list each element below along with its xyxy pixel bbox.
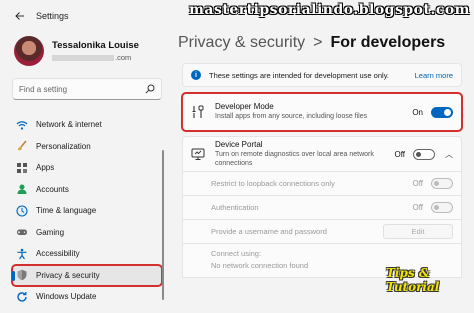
- device-portal-description: Turn on remote diagnostics over local ar…: [215, 150, 374, 167]
- developer-mode-toggle[interactable]: [431, 106, 453, 118]
- sidebar-item-label: Apps: [36, 163, 55, 173]
- back-button[interactable]: [8, 4, 32, 28]
- info-icon: i: [191, 70, 201, 80]
- developer-mode-state: On: [412, 107, 423, 117]
- settings-window: Settings mastertipsorialindo.blogspot.co…: [0, 0, 474, 313]
- authentication-row: Authentication Off: [182, 196, 462, 220]
- user-profile[interactable]: Tessalonika Louise .com: [14, 36, 139, 66]
- update-icon: [16, 291, 28, 303]
- device-portal-title: Device Portal: [215, 139, 263, 149]
- developer-mode-description: Install apps from any source, including …: [215, 113, 368, 121]
- authentication-state: Off: [412, 203, 423, 212]
- search-input[interactable]: Find a setting: [12, 78, 162, 100]
- info-text: These settings are intended for developm…: [209, 70, 389, 80]
- watermark-bottom: Tips & Tutorial: [386, 266, 440, 294]
- sidebar-item-windows-update[interactable]: Windows Update: [12, 286, 162, 308]
- search-placeholder: Find a setting: [19, 84, 68, 94]
- back-arrow-icon: [15, 12, 24, 20]
- apps-icon: [16, 162, 28, 174]
- loopback-row: Restrict to loopback connections only Of…: [182, 172, 462, 196]
- sidebar-item-time-language[interactable]: Time & language: [12, 200, 162, 222]
- sidebar-item-label: Accounts: [36, 184, 69, 194]
- sidebar-item-apps[interactable]: Apps: [12, 157, 162, 179]
- avatar: [14, 36, 44, 66]
- sidebar-item-personalization[interactable]: Personalization: [12, 136, 162, 158]
- gamepad-icon: [16, 226, 28, 238]
- sidebar-item-label: Privacy & security: [36, 270, 100, 280]
- sidebar-item-label: Gaming: [36, 227, 65, 237]
- email-redaction: [52, 54, 114, 61]
- developer-mode-title: Developer Mode: [215, 102, 274, 112]
- device-portal-icon: [191, 148, 205, 160]
- authentication-label: Authentication: [211, 203, 259, 212]
- connect-using-value: No network connection found: [211, 261, 309, 270]
- info-bar: i These settings are intended for develo…: [182, 63, 462, 87]
- breadcrumb: Privacy & security > For developers: [178, 34, 445, 52]
- sidebar-item-label: Time & language: [36, 206, 97, 216]
- app-title: Settings: [36, 11, 69, 21]
- search-icon: [145, 84, 155, 94]
- device-portal-state: Off: [394, 149, 405, 159]
- email-suffix: .com: [115, 53, 132, 62]
- developer-tools-icon: [192, 105, 204, 118]
- watermark-top: mastertipsorialindo.blogspot.com: [189, 2, 470, 18]
- sidebar-item-accounts[interactable]: Accounts: [12, 179, 162, 201]
- authentication-toggle[interactable]: [431, 202, 453, 213]
- sidebar-item-label: Personalization: [36, 141, 91, 151]
- sidebar-nav: Network & internet Personalization Apps …: [11, 114, 163, 308]
- sidebar-item-gaming[interactable]: Gaming: [12, 222, 162, 244]
- accessibility-icon: [16, 248, 28, 260]
- chevron-up-icon[interactable]: ︿: [445, 149, 453, 160]
- breadcrumb-parent[interactable]: Privacy & security: [178, 34, 305, 52]
- sidebar-item-network[interactable]: Network & internet: [12, 114, 162, 136]
- wifi-icon: [16, 119, 28, 131]
- sidebar-scrollbar[interactable]: [162, 150, 164, 300]
- sidebar-item-accessibility[interactable]: Accessibility: [12, 243, 162, 265]
- credentials-row: Provide a username and password Edit: [182, 220, 462, 244]
- page-title: For developers: [330, 34, 446, 51]
- paintbrush-icon: [16, 140, 28, 152]
- device-portal-toggle[interactable]: [413, 148, 435, 160]
- loopback-label: Restrict to loopback connections only: [211, 179, 335, 188]
- loopback-toggle[interactable]: [431, 178, 453, 189]
- main-content: i These settings are intended for develo…: [181, 63, 463, 278]
- loopback-state: Off: [412, 179, 423, 188]
- connect-using-label: Connect using:: [211, 249, 262, 258]
- credentials-label: Provide a username and password: [211, 227, 327, 236]
- sidebar-item-label: Network & internet: [36, 120, 102, 130]
- developer-mode-card: Developer Mode Install apps from any sou…: [181, 92, 463, 132]
- sidebar-item-label: Windows Update: [36, 292, 97, 302]
- globe-clock-icon: [16, 205, 28, 217]
- shield-icon: [16, 269, 28, 281]
- sidebar-item-privacy-security[interactable]: Privacy & security: [11, 263, 163, 287]
- breadcrumb-separator: >: [313, 34, 323, 51]
- profile-email: .com: [52, 53, 139, 62]
- learn-more-link[interactable]: Learn more: [415, 71, 453, 80]
- person-icon: [16, 183, 28, 195]
- sidebar-item-label: Accessibility: [36, 249, 80, 259]
- profile-name: Tessalonika Louise: [52, 40, 139, 51]
- device-portal-card[interactable]: Device Portal Turn on remote diagnostics…: [182, 136, 462, 172]
- edit-credentials-button[interactable]: Edit: [383, 224, 453, 239]
